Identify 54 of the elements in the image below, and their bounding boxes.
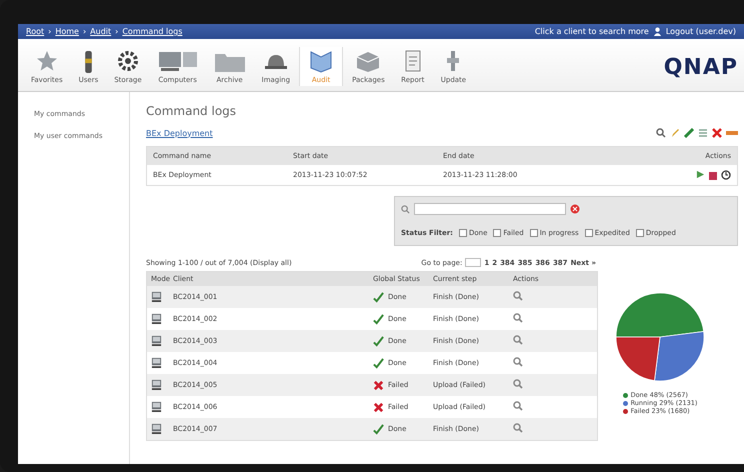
breadcrumb-link[interactable]: Home (55, 27, 79, 36)
computers-icon (158, 49, 198, 73)
pencil-icon[interactable] (670, 128, 680, 138)
breadcrumb-separator: › (82, 27, 86, 36)
computer-icon (151, 422, 162, 434)
computer-icon (151, 400, 162, 412)
computer-icon (151, 378, 162, 390)
search-icon[interactable] (513, 335, 523, 345)
hint-text: Click a client to search more (534, 27, 649, 36)
checkbox[interactable] (584, 229, 593, 237)
search-field[interactable] (414, 203, 566, 215)
page-field[interactable] (465, 258, 482, 267)
star-icon (34, 49, 59, 73)
cross-icon (373, 380, 384, 390)
check-icon (373, 336, 384, 346)
bar-icon[interactable] (726, 129, 738, 137)
close-icon[interactable] (712, 128, 722, 138)
checkbox[interactable] (636, 229, 644, 237)
clock-icon[interactable] (721, 170, 731, 180)
check-icon (373, 358, 384, 368)
checkbox[interactable] (530, 229, 538, 237)
search-icon[interactable] (513, 423, 523, 433)
breadcrumb-separator: › (115, 27, 118, 36)
page-title: Command logs (146, 104, 238, 118)
search-icon[interactable] (513, 313, 523, 323)
list-icon[interactable] (698, 128, 708, 138)
breadcrumb-link[interactable]: Command logs (122, 27, 182, 36)
logout-link[interactable]: Logout (user.dev) (666, 27, 736, 36)
computer-icon (151, 356, 162, 368)
checkbox[interactable] (458, 229, 467, 237)
clear-icon[interactable] (570, 204, 580, 214)
search-icon (401, 204, 410, 214)
breadcrumb-link[interactable]: Audit (90, 27, 112, 36)
search-icon[interactable] (513, 401, 523, 411)
logo: QNAP (664, 55, 738, 82)
command-link[interactable]: BEx Deployment (146, 128, 213, 138)
computer-icon (151, 290, 162, 302)
search-icon[interactable] (513, 357, 523, 367)
check-icon (373, 314, 384, 324)
cylinder-icon (84, 51, 92, 73)
search-icon[interactable] (513, 291, 523, 301)
play-icon[interactable] (696, 170, 705, 179)
user-icon (652, 27, 662, 36)
check-icon (373, 424, 384, 434)
computer-icon (151, 312, 162, 324)
breadcrumb-separator: › (48, 27, 52, 36)
cross-icon (373, 402, 384, 412)
search-icon[interactable] (656, 128, 666, 138)
search-icon[interactable] (513, 379, 523, 389)
breadcrumb-link[interactable]: Root (26, 27, 44, 36)
computer-icon (151, 334, 162, 346)
checkbox[interactable] (493, 229, 502, 237)
gear-icon (116, 49, 140, 73)
check-icon (373, 292, 384, 302)
